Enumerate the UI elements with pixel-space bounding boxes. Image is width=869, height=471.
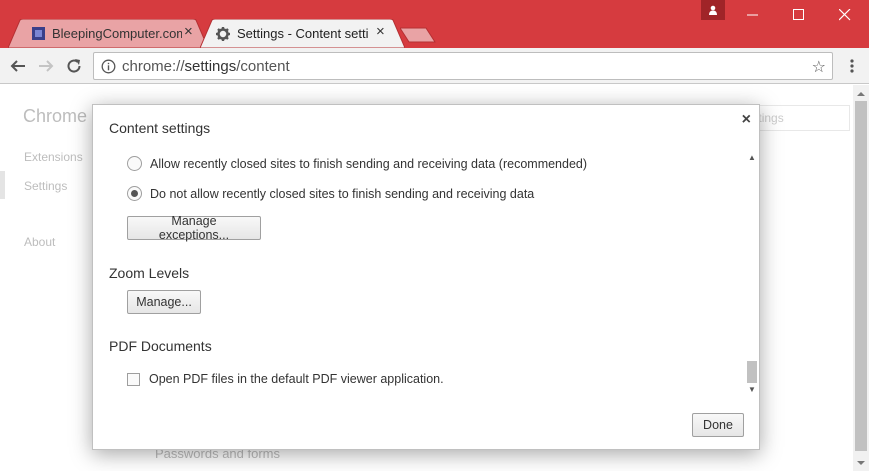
maximize-icon [793,9,804,20]
tab-title: Settings - Content settings [237,26,369,41]
manage-exceptions-button[interactable]: Manage exceptions... [127,214,261,242]
dialog-close-icon[interactable]: × [742,111,751,129]
bg-nav-about[interactable]: About [24,235,55,249]
bg-nav-selected-indicator [0,171,5,199]
forward-arrow-icon [39,60,54,72]
radio-label: Do not allow recently closed sites to fi… [150,186,535,201]
pdf-documents-heading: PDF Documents [109,338,212,354]
zoom-manage-button[interactable]: Manage... [127,290,201,314]
dialog-title: Content settings [109,120,211,136]
url-scheme: chrome:// [122,58,185,75]
reload-button[interactable] [64,56,84,76]
checkbox-label: Open PDF files in the default PDF viewer… [149,372,444,386]
bleepingcomputer-favicon-icon [32,27,45,40]
tab-title: BleepingComputer.com - [52,26,182,41]
gear-icon [216,27,230,41]
radio-button-checked[interactable] [127,186,142,201]
person-icon [709,5,717,15]
profile-button[interactable] [701,0,725,20]
tab-close-icon[interactable]: × [184,24,193,40]
close-icon [839,9,851,21]
scroll-up-icon [857,92,865,96]
bg-nav-extensions[interactable]: Extensions [24,150,83,164]
more-vert-icon [850,59,854,73]
scroll-down-icon[interactable]: ▼ [748,385,756,394]
url-path: /content [236,58,290,75]
radio-disallow-closed-sites[interactable]: Do not allow recently closed sites to fi… [127,186,534,201]
forward-button[interactable] [36,56,56,76]
scroll-down-icon [857,461,865,465]
new-tab-button[interactable] [400,27,436,43]
zoom-levels-heading: Zoom Levels [109,265,190,281]
toolbar: chrome://settings/content ☆ [0,48,869,84]
tab-settings[interactable]: Settings - Content settings × [200,19,405,48]
scroll-up-icon[interactable]: ▲ [748,153,756,162]
tab-bleepingcomputer[interactable]: BleepingComputer.com - × [8,19,208,48]
pdf-viewer-checkbox-row[interactable]: Open PDF files in the default PDF viewer… [127,372,444,386]
back-button[interactable] [8,56,28,76]
bookmark-star-icon[interactable]: ☆ [812,57,826,77]
pdf-viewer-checkbox[interactable] [127,372,140,386]
page-scrollbar[interactable] [853,85,869,471]
back-arrow-icon [10,60,25,72]
url-host: settings [184,58,237,75]
minimize-icon [747,14,758,16]
radio-button[interactable] [127,156,142,171]
tab-close-icon[interactable]: × [376,24,385,40]
dialog-scrollbar[interactable]: ▲ ▼ [745,149,759,397]
radio-label: Allow recently closed sites to finish se… [150,156,588,171]
chrome-menu-button[interactable] [843,56,861,76]
page-scrollbar-thumb[interactable] [855,101,867,451]
reload-icon [67,59,81,73]
close-window-button[interactable] [822,0,868,30]
url-text: chrome://settings/content [122,58,290,75]
maximize-button[interactable] [776,0,822,30]
info-icon[interactable] [101,59,116,74]
bg-nav-settings[interactable]: Settings [24,179,67,193]
done-button[interactable]: Done [692,413,744,437]
content-settings-dialog: Content settings × Allow recently closed… [92,104,760,450]
dialog-scrollbar-thumb[interactable] [747,361,757,383]
radio-allow-closed-sites[interactable]: Allow recently closed sites to finish se… [127,156,587,171]
title-bar: BleepingComputer.com - × Settings - Cont… [0,0,869,48]
address-bar[interactable]: chrome://settings/content ☆ [93,52,833,80]
minimize-button[interactable] [730,0,776,30]
bg-chrome-heading: Chrome [23,106,88,126]
